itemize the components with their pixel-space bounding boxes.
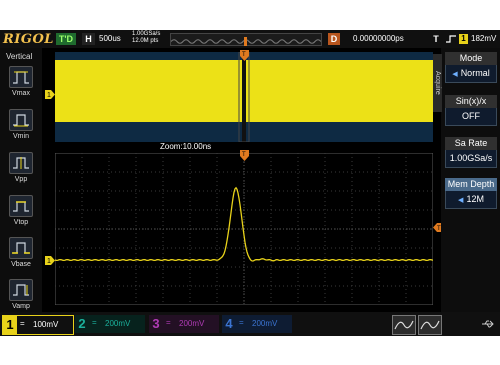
channel1-tab[interactable]: 1 = 100mV bbox=[2, 315, 74, 335]
menu-mem-depth-value: 12M bbox=[466, 194, 484, 204]
channel1-number: 1 bbox=[3, 316, 17, 334]
measure-vbase-button[interactable]: Vbase bbox=[9, 237, 33, 277]
main-waveform-trace bbox=[55, 51, 433, 143]
measure-vpp-button[interactable]: Vpp bbox=[9, 152, 33, 192]
menu-sa-rate-value-box: 1.00GSa/s bbox=[445, 150, 497, 168]
svg-text:1: 1 bbox=[47, 92, 51, 99]
vmax-label: Vmax bbox=[12, 90, 30, 97]
timebase-value[interactable]: 500us bbox=[99, 34, 121, 43]
memory-overview-strip[interactable] bbox=[170, 33, 322, 46]
horizontal-mode-badge[interactable]: H bbox=[82, 33, 95, 45]
status-bar: RIGOL T'D H 500us 1.00GSa/s 12.0M pts D … bbox=[0, 30, 500, 48]
rising-edge-icon bbox=[446, 35, 456, 43]
trigger-mode-badge[interactable]: T bbox=[431, 33, 441, 45]
main-waveform-window[interactable] bbox=[55, 51, 433, 143]
svg-text:1: 1 bbox=[47, 258, 51, 265]
trigger-position-marker-zoom[interactable]: T bbox=[240, 150, 249, 161]
vpp-icon bbox=[9, 152, 33, 174]
trigger-level-value[interactable]: 182mV bbox=[471, 34, 496, 43]
left-arrow-icon: ◀ bbox=[452, 71, 458, 78]
channel4-scale: 200mV bbox=[252, 319, 278, 328]
channel3-tab[interactable]: 3 = 200mV bbox=[149, 315, 219, 333]
menu-tab-acquire[interactable]: Acquire bbox=[433, 54, 442, 112]
menu-sa-rate-title: Sa Rate bbox=[445, 137, 497, 150]
sample-info: 1.00GSa/s 12.0M pts bbox=[132, 31, 160, 45]
ref-button[interactable] bbox=[418, 315, 442, 335]
channel2-number: 2 bbox=[78, 316, 86, 331]
channel4-tab[interactable]: 4 = 200mV bbox=[222, 315, 292, 333]
vtop-label: Vtop bbox=[13, 219, 29, 226]
memory-overview-wave bbox=[170, 37, 322, 46]
svg-text:T: T bbox=[242, 52, 246, 58]
vbase-label: Vbase bbox=[11, 261, 31, 268]
math-button[interactable] bbox=[392, 315, 416, 335]
left-arrow-icon: ◀ bbox=[458, 197, 464, 204]
zoom-grid bbox=[54, 152, 434, 306]
measure-category-title: Vertical bbox=[6, 52, 33, 61]
brand-logo: RIGOL bbox=[3, 32, 54, 47]
vamp-icon bbox=[9, 279, 33, 301]
measure-vtop-button[interactable]: Vtop bbox=[9, 195, 33, 235]
channel4-coupling-icon: = bbox=[239, 318, 244, 327]
trigger-source-badge[interactable]: 1 bbox=[459, 34, 468, 44]
channel1-ground-marker-zoom[interactable]: 1 bbox=[45, 256, 55, 265]
sample-rate-value: 1.00GSa/s bbox=[132, 31, 161, 37]
delay-value[interactable]: 0.00000000ps bbox=[353, 34, 404, 43]
menu-sinx-value-box[interactable]: OFF bbox=[445, 108, 497, 126]
channel3-scale: 200mV bbox=[179, 319, 205, 328]
channel4-number: 4 bbox=[225, 316, 233, 331]
channel2-scale: 200mV bbox=[105, 319, 131, 328]
zoom-waveform-window[interactable] bbox=[54, 152, 434, 306]
channel3-coupling-icon: = bbox=[166, 318, 171, 327]
menu-mode-title: Mode bbox=[445, 52, 497, 65]
menu-mem-depth-value-box[interactable]: ◀ 12M bbox=[445, 191, 497, 209]
menu-mem-depth-title: Mem Depth bbox=[445, 178, 497, 191]
memory-depth-value: 12.0M pts bbox=[132, 38, 159, 44]
menu-sinx-title: Sin(x)/x bbox=[445, 95, 497, 108]
vpp-label: Vpp bbox=[14, 176, 28, 183]
oscilloscope-screen: RIGOL T'D H 500us 1.00GSa/s 12.0M pts D … bbox=[0, 30, 500, 336]
menu-mode[interactable]: Mode ◀ Normal bbox=[445, 52, 497, 83]
menu-mode-value-box[interactable]: ◀ Normal bbox=[445, 65, 497, 83]
channel3-number: 3 bbox=[152, 316, 160, 331]
measure-vmax-button[interactable]: Vmax bbox=[9, 66, 33, 106]
vbase-icon bbox=[9, 237, 33, 259]
channel2-tab[interactable]: 2 = 200mV bbox=[75, 315, 145, 333]
ref-wave-icon bbox=[420, 320, 440, 330]
channel2-coupling-icon: = bbox=[92, 318, 97, 327]
menu-sinx-value: OFF bbox=[462, 111, 480, 121]
channel1-scale: 100mV bbox=[33, 320, 59, 329]
vmin-label: Vmin bbox=[13, 133, 29, 140]
menu-mem-depth[interactable]: Mem Depth ◀ 12M bbox=[445, 178, 497, 209]
math-wave-icon bbox=[394, 320, 414, 330]
measure-vmin-button[interactable]: Vmin bbox=[9, 109, 33, 149]
channel1-coupling-icon: = bbox=[20, 319, 25, 328]
vmin-icon bbox=[9, 109, 33, 131]
usb-icon bbox=[482, 320, 494, 328]
vmax-icon bbox=[9, 66, 33, 88]
channel-bar: 1 = 100mV 2 = 200mV 3 = 200mV 4 = 200mV bbox=[0, 312, 500, 336]
vamp-label: Vamp bbox=[12, 303, 30, 310]
menu-mode-value: Normal bbox=[460, 68, 490, 78]
trigger-status-badge: T'D bbox=[56, 33, 76, 45]
zoom-label: Zoom:10.00ns bbox=[160, 142, 212, 151]
delay-mode-badge[interactable]: D bbox=[328, 33, 340, 45]
svg-text:T: T bbox=[242, 152, 246, 158]
menu-sinx[interactable]: Sin(x)/x OFF bbox=[445, 95, 497, 126]
channel1-ground-marker-main[interactable]: 1 bbox=[45, 90, 55, 99]
menu-sa-rate[interactable]: Sa Rate 1.00GSa/s bbox=[445, 137, 497, 168]
trigger-position-marker-main[interactable]: T bbox=[240, 50, 249, 61]
vtop-icon bbox=[9, 195, 33, 217]
menu-sa-rate-value: 1.00GSa/s bbox=[449, 153, 493, 163]
